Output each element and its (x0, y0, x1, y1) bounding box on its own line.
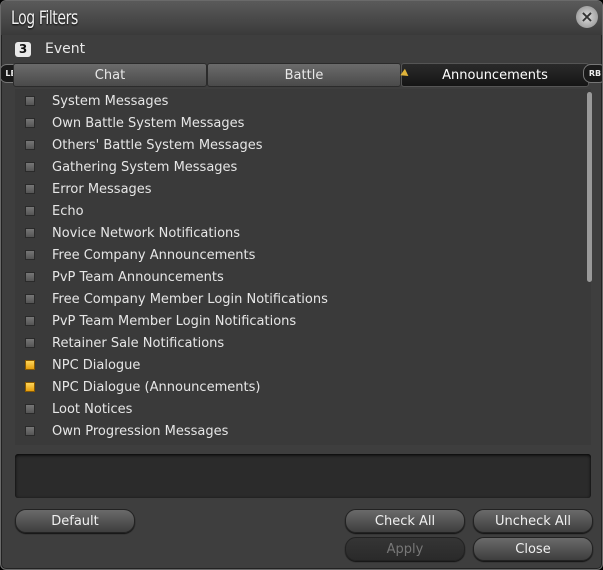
window-title: Log Filters (11, 7, 78, 29)
filter-row[interactable]: Novice Network Notifications (25, 223, 240, 243)
tab-battle-label: Battle (284, 67, 324, 83)
tab-announcements[interactable]: Announcements (400, 63, 589, 87)
checkbox[interactable] (25, 404, 35, 414)
filter-label: Novice Network Notifications (52, 225, 241, 241)
close-button[interactable]: Close (473, 537, 593, 561)
filter-label: Retainer Sale Notifications (52, 335, 225, 351)
checkbox[interactable] (25, 206, 35, 216)
filter-row[interactable]: Others' Battle System Messages (25, 135, 263, 155)
check-all-button[interactable]: Check All (345, 509, 465, 533)
list-scrollbar[interactable] (587, 92, 592, 282)
checkbox[interactable] (25, 118, 35, 128)
event-header: 3 Event (15, 39, 85, 59)
checkbox[interactable] (25, 250, 35, 260)
checkbox[interactable] (25, 162, 35, 172)
apply-button[interactable]: Apply (345, 537, 465, 561)
close-glyph: ⨯ (580, 7, 594, 26)
filter-list: System Messages Own Battle System Messag… (15, 89, 591, 445)
filter-label: NPC Dialogue (52, 357, 141, 373)
filter-row[interactable]: System Messages (25, 91, 168, 111)
event-icon-glyph: 3 (18, 42, 28, 56)
filter-label: PvP Team Member Login Notifications (52, 313, 297, 329)
tab-chat-label: Chat (94, 67, 126, 83)
filter-label: Others' Battle System Messages (52, 137, 263, 153)
event-number-icon: 3 (15, 41, 31, 57)
filter-row[interactable]: Free Company Announcements (25, 245, 255, 265)
filter-row[interactable]: Free Company Member Login Notifications (25, 289, 328, 309)
filter-label: NPC Dialogue (Announcements) (52, 379, 261, 395)
filter-label: PvP Team Announcements (52, 269, 224, 285)
filter-label: Loot Notices (52, 401, 133, 417)
filter-row[interactable]: Echo (25, 201, 84, 221)
filter-label: System Messages (52, 93, 169, 109)
event-label: Event (45, 41, 86, 57)
close-icon[interactable]: ⨯ (576, 6, 598, 28)
check-all-label: Check All (374, 513, 436, 529)
filter-label: Own Progression Messages (52, 423, 229, 439)
rb-bumper-icon: RB (583, 64, 602, 83)
tab-announcements-label: Announcements (442, 67, 548, 83)
checkbox-checked[interactable] (25, 382, 35, 392)
selection-pointer-icon (400, 68, 411, 80)
default-button-label: Default (51, 513, 99, 529)
filter-label: Echo (52, 203, 84, 219)
checkbox[interactable] (25, 140, 35, 150)
filter-row[interactable]: NPC Dialogue (25, 355, 140, 375)
uncheck-all-label: Uncheck All (494, 513, 572, 529)
checkbox[interactable] (25, 96, 35, 106)
rb-label: RB (588, 69, 602, 78)
filter-label: Gathering System Messages (52, 159, 238, 175)
filter-label: Error Messages (52, 181, 152, 197)
filter-row[interactable]: Own Battle System Messages (25, 113, 244, 133)
preview-area (15, 454, 591, 498)
tab-chat[interactable]: Chat (13, 63, 207, 87)
checkbox[interactable] (25, 272, 35, 282)
checkbox[interactable] (25, 338, 35, 348)
filter-row[interactable]: Loot Notices (25, 399, 132, 419)
filter-row[interactable]: Own Progression Messages (25, 421, 228, 441)
checkbox-checked[interactable] (25, 360, 35, 370)
filter-row[interactable]: Gathering System Messages (25, 157, 237, 177)
tab-battle[interactable]: Battle (207, 63, 401, 87)
checkbox[interactable] (25, 426, 35, 436)
filter-row[interactable]: Error Messages (25, 179, 152, 199)
tab-bar: LB Chat Battle Announcements RB (1, 63, 602, 87)
filter-label: Free Company Member Login Notifications (52, 291, 328, 307)
filter-row[interactable]: Retainer Sale Notifications (25, 333, 224, 353)
filter-row[interactable]: PvP Team Member Login Notifications (25, 311, 296, 331)
title-bar[interactable]: Log Filters ⨯ (1, 1, 602, 35)
checkbox[interactable] (25, 294, 35, 304)
filter-label: Free Company Announcements (52, 247, 256, 263)
checkbox[interactable] (25, 316, 35, 326)
close-label: Close (515, 541, 551, 557)
filter-label: Own Battle System Messages (52, 115, 245, 131)
apply-label: Apply (386, 541, 424, 557)
log-filters-window: Log Filters ⨯ 3 Event LB Chat Battle Ann… (0, 0, 603, 570)
checkbox[interactable] (25, 228, 35, 238)
filter-row[interactable]: PvP Team Announcements (25, 267, 224, 287)
default-button[interactable]: Default (15, 509, 135, 533)
uncheck-all-button[interactable]: Uncheck All (473, 509, 593, 533)
checkbox[interactable] (25, 184, 35, 194)
filter-row[interactable]: NPC Dialogue (Announcements) (25, 377, 260, 397)
